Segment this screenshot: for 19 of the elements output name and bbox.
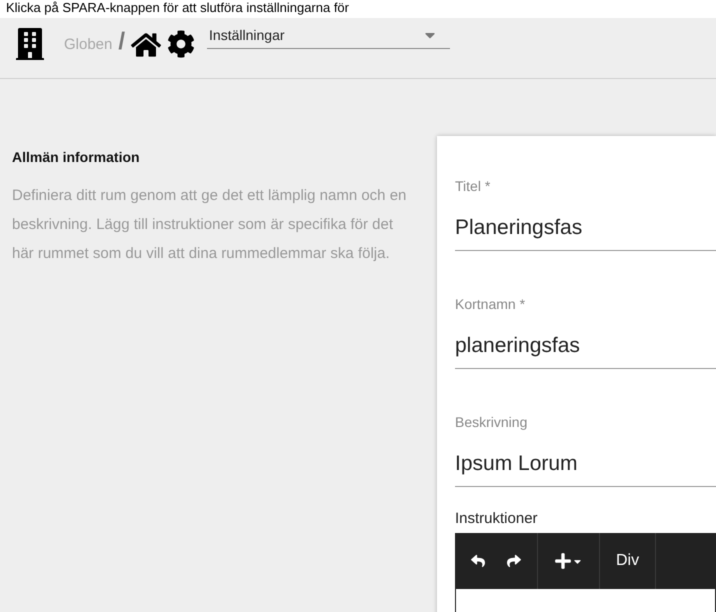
plus-icon <box>554 552 572 570</box>
insert-button[interactable] <box>554 552 583 570</box>
undo-button[interactable] <box>471 554 485 568</box>
field-label: Beskrivning <box>455 414 528 430</box>
format-button[interactable]: Div <box>616 552 640 570</box>
field-label: Titel * <box>455 178 492 194</box>
input-field[interactable]: Ipsum Lorum <box>455 451 716 477</box>
section-description: Definiera ditt rum genom att ge det ett lämplig namn och en beskrivning. Lägg till instruktioner som är specifika för det här rummet som du vill att dina rummedlemmar ska följa. <box>12 186 407 264</box>
building-icon <box>14 28 46 60</box>
redo-button[interactable] <box>507 554 521 568</box>
breadcrumb-separator: / <box>118 28 126 56</box>
page-select[interactable]: Inställningar <box>207 22 450 49</box>
editor-label: Instruktioner <box>455 510 539 527</box>
field-label: Kortnamn * <box>455 296 526 312</box>
input-field[interactable]: planeringsfas <box>455 333 716 359</box>
settings-icon[interactable] <box>167 30 196 58</box>
section-title: Allmän information <box>12 149 141 165</box>
caption-text: Klicka på SPARA-knappen för att slutföra inställningarna för <box>6 0 349 16</box>
input-field[interactable]: Planeringsfas <box>455 215 716 241</box>
